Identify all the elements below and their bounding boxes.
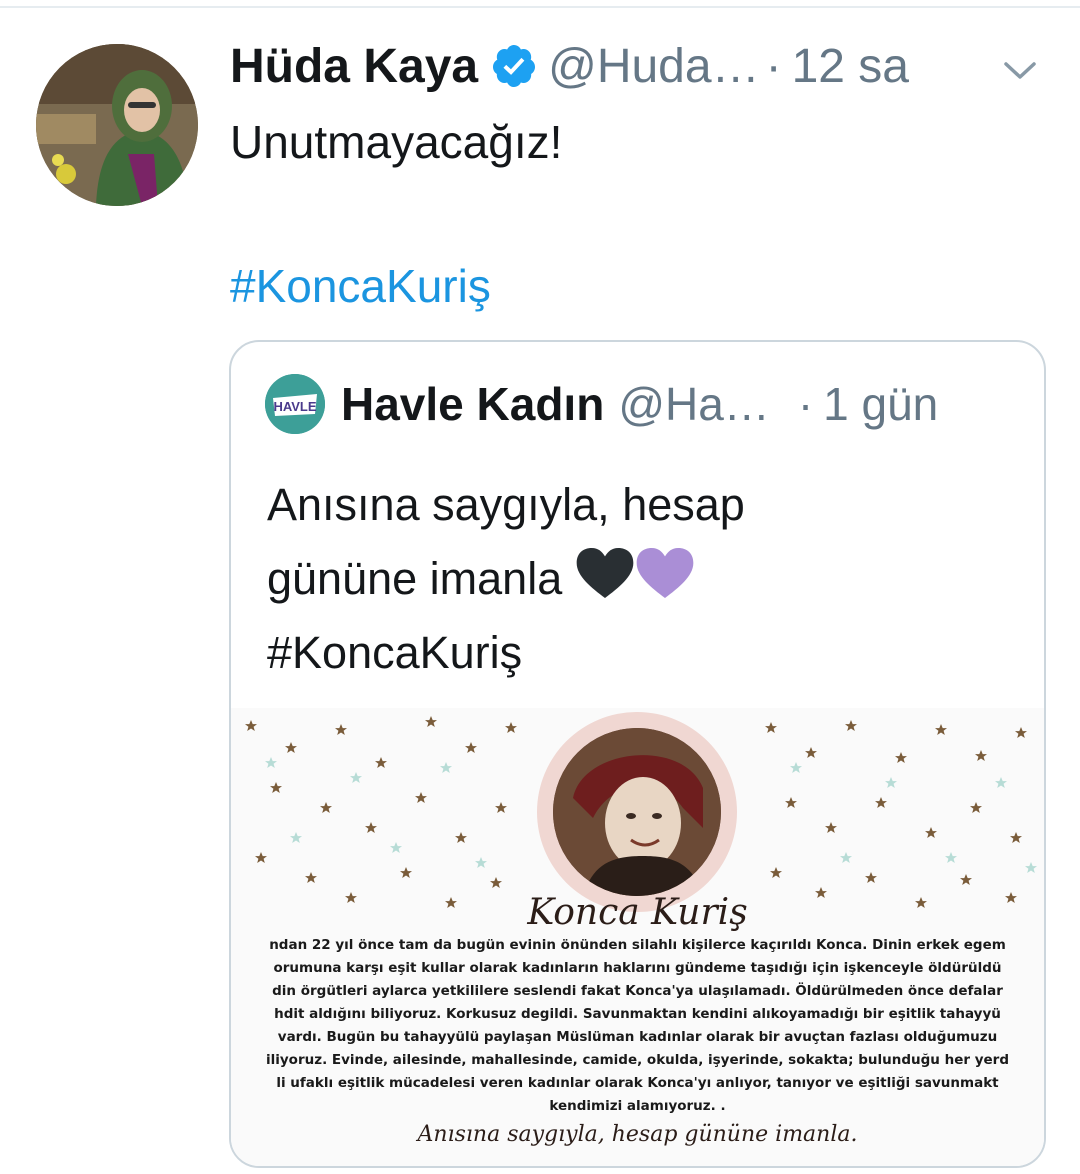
quoted-text-line2-words: gününe imanla [267,553,563,604]
purple-heart-emoji [636,548,694,598]
image-body-line: kendimizi alamıyoruz. . [549,1098,726,1114]
image-body-line: iliyoruz. Evinde, ailesinde, mahallesind… [265,1052,1009,1068]
quoted-tweet[interactable]: HAVLE Havle Kadın @Ha… · 1 gün Anısına s… [229,340,1046,1168]
quoted-text: Anısına saygıyla, hesap gününe imanla #K… [267,468,1007,690]
quoted-header: Havle Kadın @Ha… · 1 gün [341,372,938,436]
image-title: Konca Kuriş [527,892,748,933]
black-heart-emoji [576,548,634,598]
avatar[interactable] [36,44,198,206]
image-footer: Anısına saygıyla, hesap gününe imanla. [417,1122,858,1147]
quoted-image[interactable]: Konca Kuriş ndan 22 yıl önce tam da bugü… [231,708,1044,1166]
portrait-photo [553,728,721,896]
image-body-line: hdit aldığını biliyoruz. Korkusuz degild… [274,1006,1001,1022]
author-handle[interactable]: @Huda… [548,39,759,94]
image-body-line: ndan 22 yıl önce tam da bugün evinin önü… [269,937,1006,953]
top-divider [0,6,1080,8]
image-body-line: vardı. Bugün bu tahayyülü paylaşan Müslü… [277,1029,998,1045]
verified-badge-icon [493,45,536,87]
quoted-author-name[interactable]: Havle Kadın [341,377,604,431]
quoted-separator-dot: · [797,378,814,430]
image-body-text: ndan 22 yıl önce tam da bugün evinin önü… [231,934,1044,1118]
quoted-avatar[interactable]: HAVLE [265,374,325,434]
quoted-author-handle[interactable]: @Ha… [618,377,770,431]
quoted-text-line2: gününe imanla [267,542,1007,616]
image-body-line: din örgütleri aylarca yetkililere seslen… [272,983,1003,999]
quoted-timestamp[interactable]: 1 gün [823,377,938,431]
image-body-line: orumuna karşı eşit kullar olarak kadınla… [273,960,1002,976]
chevron-down-icon[interactable] [996,46,1044,94]
quoted-hashtag[interactable]: #KoncaKuriş [267,616,1007,690]
hashtag-link[interactable]: #KoncaKuriş [230,256,491,316]
tweet-header: Hüda Kaya @Huda… · 12 sa [230,36,909,96]
tweet-text: Unutmayacağız! [230,116,563,168]
quoted-text-line1: Anısına saygıyla, hesap [267,479,745,530]
separator-dot: · [765,39,782,93]
tweet-timestamp[interactable]: 12 sa [792,39,909,94]
image-body-line: li ufaklı eşitlik mücadelesi veren kadın… [276,1075,999,1091]
author-name[interactable]: Hüda Kaya [230,39,478,94]
quoted-avatar-text: HAVLE [273,399,316,414]
